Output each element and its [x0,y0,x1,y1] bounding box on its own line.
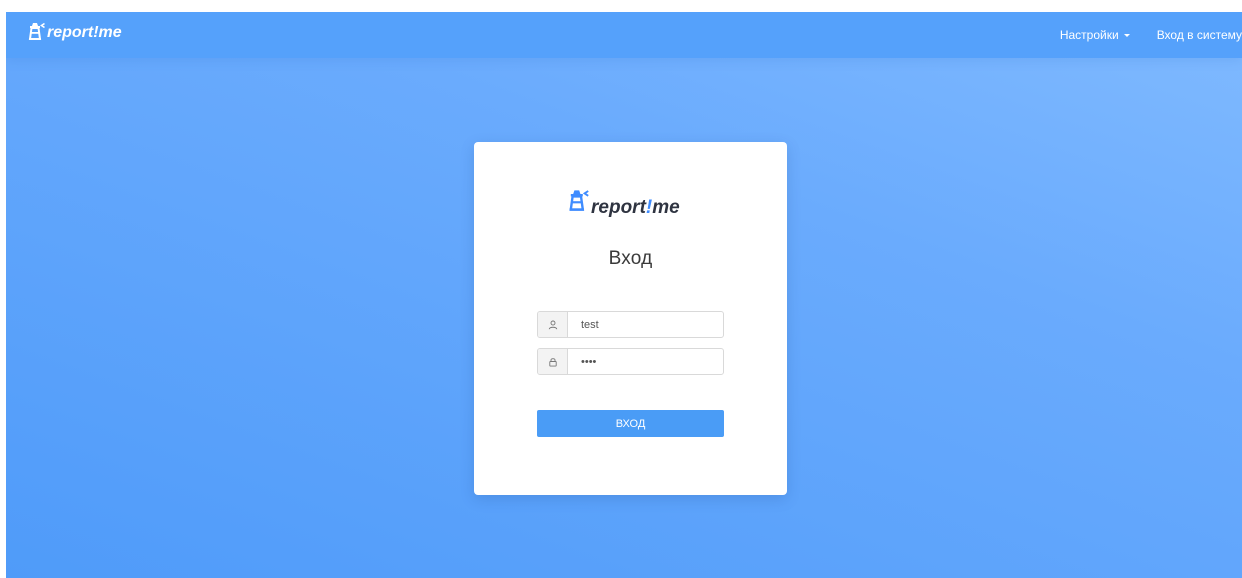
page-background: report!me Настройки Вход в систему repor… [6,12,1242,578]
login-link[interactable]: Вход в систему [1157,28,1242,42]
lighthouse-icon [566,188,590,217]
lock-icon [538,349,568,374]
navbar-logo[interactable]: report!me [26,21,122,41]
username-input[interactable] [568,312,723,337]
username-field-group [537,311,724,338]
card-logo: report!me [566,188,680,217]
navbar-right-menu: Настройки Вход в систему [1060,12,1242,58]
card-brand-text: report!me [591,197,680,218]
password-input[interactable] [568,349,723,374]
login-card: report!me Вход вход [474,142,787,495]
login-title: Вход [608,248,653,269]
caret-down-icon [1123,34,1130,37]
settings-label: Настройки [1059,28,1119,42]
lighthouse-icon [26,21,46,41]
settings-dropdown[interactable]: Настройки [1060,28,1130,42]
navbar-brand-text: report!me [47,24,122,41]
top-navbar: report!me Настройки Вход в систему [6,12,1242,58]
login-button[interactable]: вход [537,410,724,437]
user-icon [538,312,568,337]
password-field-group [537,348,724,375]
